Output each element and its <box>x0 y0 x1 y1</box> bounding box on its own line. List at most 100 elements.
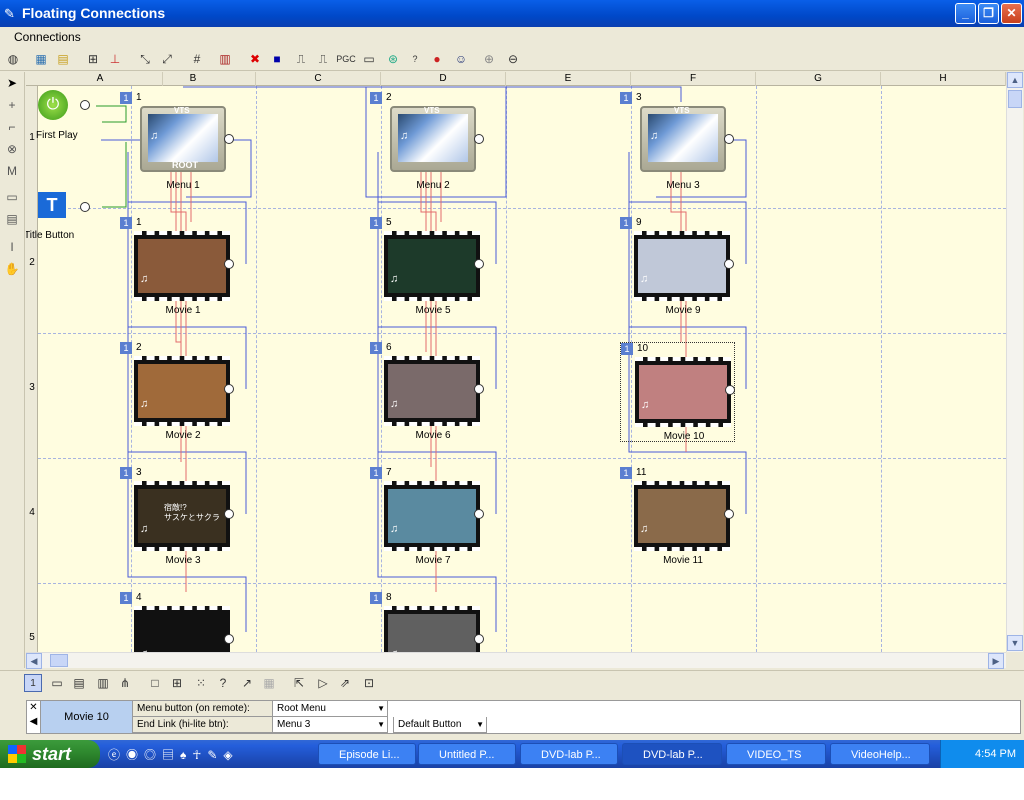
menu-port[interactable] <box>724 134 734 144</box>
close-button[interactable]: ✕ <box>1001 3 1022 24</box>
menu-tool-icon[interactable]: M <box>3 162 21 180</box>
grid-view-icon[interactable]: ▦ <box>32 50 50 68</box>
movie-port[interactable] <box>224 509 234 519</box>
details-icon[interactable]: ▥ <box>94 674 112 692</box>
zoom-in-icon[interactable]: ⊕ <box>480 50 498 68</box>
menu-node-2[interactable]: 1 2 VTS ♫ Menu 2 <box>370 92 485 192</box>
movie-port[interactable] <box>224 384 234 394</box>
arrow-out-icon[interactable]: ⇗ <box>336 674 354 692</box>
add-box-icon[interactable]: ⊞ <box>168 674 186 692</box>
movie-port[interactable] <box>474 634 484 644</box>
scroll-up-button[interactable]: ▲ <box>1007 72 1023 88</box>
list-view-icon[interactable]: ▤ <box>70 674 88 692</box>
dots-icon[interactable]: ⁙ <box>192 674 210 692</box>
movie-node-4[interactable]: 1 4 ♫ <box>120 592 235 652</box>
select-tool-icon[interactable]: ▭ <box>3 188 21 206</box>
play-box-icon[interactable]: ▷ <box>314 674 332 692</box>
movie-node-5[interactable]: 1 5 ♫ Movie 5 <box>370 217 485 317</box>
taskbar-button-2[interactable]: Untitled P... <box>418 743 516 765</box>
quick-launch-icons[interactable]: ⓔ◉◎▤♠☥✎◈ <box>108 746 239 763</box>
menu-port[interactable] <box>224 134 234 144</box>
vertical-scroll-thumb[interactable] <box>1008 90 1022 108</box>
move-icon[interactable]: ⇱ <box>290 674 308 692</box>
page-1-button[interactable]: 1 <box>24 674 42 692</box>
zoom-out-icon[interactable]: ⊖ <box>504 50 522 68</box>
hand-icon[interactable]: ✋ <box>3 260 21 278</box>
ok-icon[interactable]: ⊡ <box>360 674 378 692</box>
link-out-icon[interactable]: ↗ <box>238 674 256 692</box>
scroll-down-button[interactable]: ▼ <box>1007 635 1023 651</box>
movie-port[interactable] <box>224 259 234 269</box>
node-tool-icon[interactable]: ⊗ <box>3 140 21 158</box>
connections-canvas[interactable]: ABCDEFGH 12345 ⏻ First Play T Title Butt… <box>26 72 1006 652</box>
movie-node-9[interactable]: 1 9 ♫ Movie 9 <box>620 217 735 317</box>
delete-link-icon[interactable]: ✖ <box>246 50 264 68</box>
record-icon[interactable]: ⊛ <box>384 50 402 68</box>
text-tool-icon[interactable]: I <box>3 238 21 256</box>
globe-icon[interactable]: ◍ <box>4 50 22 68</box>
taskbar-button-1[interactable]: Episode Li... <box>318 743 416 765</box>
title-button-node[interactable]: T Title Button <box>26 192 116 242</box>
yellow-grid-icon[interactable]: ▤ <box>54 50 72 68</box>
connect-tool-icon[interactable]: ⌐ <box>3 118 21 136</box>
menu-port[interactable] <box>474 134 484 144</box>
movie-node-1[interactable]: 1 1 ♫ Movie 1 <box>120 217 235 317</box>
movie-port[interactable] <box>474 384 484 394</box>
movie-port[interactable] <box>474 509 484 519</box>
first-play-node[interactable]: ⏻ First Play <box>36 90 96 141</box>
movie-port[interactable] <box>724 259 734 269</box>
crosshair-icon[interactable]: + <box>3 96 21 114</box>
pointer-icon[interactable]: ➤ <box>3 74 21 92</box>
horizontal-scroll-thumb[interactable] <box>50 654 68 667</box>
person-icon[interactable]: ☺ <box>452 50 470 68</box>
movie-node-11[interactable]: 1 11 ♫ Movie 11 <box>620 467 735 567</box>
vertical-scrollbar[interactable]: ▲ ▼ <box>1006 72 1023 652</box>
movie-port[interactable] <box>224 634 234 644</box>
end-link-select[interactable]: Menu 3 ▼ <box>273 717 388 733</box>
tree-icon[interactable]: ⋔ <box>116 674 134 692</box>
menu-connections[interactable]: Connections <box>14 30 81 44</box>
film-icon[interactable]: ▭ <box>360 50 378 68</box>
color-icon[interactable]: ■ <box>268 50 286 68</box>
panel-close-icon[interactable]: ✕ ◀ <box>27 701 41 733</box>
disconnect-icon[interactable]: ⤢ <box>158 50 176 68</box>
title-bar[interactable]: ✎ Floating Connections _ ❐ ✕ <box>0 0 1024 27</box>
movie-node-8[interactable]: 1 8 ♫ <box>370 592 485 652</box>
movie-port[interactable] <box>474 259 484 269</box>
taskbar-button-4[interactable]: DVD-lab P... <box>622 743 722 765</box>
color-wheel-icon[interactable]: ● <box>428 50 446 68</box>
maximize-button[interactable]: ❐ <box>978 3 999 24</box>
film-view-icon[interactable]: ▭ <box>48 674 66 692</box>
movie-node-2[interactable]: 1 2 ♫ Movie 2 <box>120 342 235 442</box>
menu-button-select[interactable]: Root Menu ▼ <box>273 701 388 717</box>
title-button-port[interactable] <box>80 202 90 212</box>
taskbar-button-3[interactable]: DVD-lab P... <box>520 743 618 765</box>
minimize-button[interactable]: _ <box>955 3 976 24</box>
pgc-tool-icon[interactable]: ▤ <box>3 210 21 228</box>
taskbar-button-5[interactable]: VIDEO_TS <box>726 743 826 765</box>
movie-port[interactable] <box>725 385 735 395</box>
taskbar-button-6[interactable]: VideoHelp... <box>830 743 930 765</box>
menu-node-3[interactable]: 1 3 VTS ♫ Menu 3 <box>620 92 735 192</box>
counter-icon[interactable]: ? <box>406 50 424 68</box>
box-icon[interactable]: □ <box>146 674 164 692</box>
movie-node-7[interactable]: 1 7 ♫ Movie 7 <box>370 467 485 567</box>
horizontal-scrollbar[interactable]: ◀ ▶ <box>26 652 1006 669</box>
movie-port[interactable] <box>724 509 734 519</box>
layout-icon[interactable]: ▥ <box>216 50 234 68</box>
movie-node-10[interactable]: 1 10 ♫ Movie 10 <box>620 342 735 442</box>
question-box-icon[interactable]: ? <box>214 674 232 692</box>
snap-grid-icon[interactable]: # <box>188 50 206 68</box>
scroll-left-button[interactable]: ◀ <box>26 653 42 669</box>
default-button-select[interactable]: Default Button ▼ <box>393 717 487 733</box>
first-play-port[interactable] <box>80 100 90 110</box>
menu-node-1[interactable]: 1 1 VTS ROOT ♫ Menu 1 <box>120 92 235 192</box>
movie-node-6[interactable]: 1 6 ♫ Movie 6 <box>370 342 485 442</box>
button-2-icon[interactable]: ⎍ <box>314 50 332 68</box>
movie-node-3[interactable]: 1 3 ♫ 宿敵!? サスケとサクラ Movie 3 <box>120 467 235 567</box>
start-button[interactable]: start <box>0 740 100 768</box>
align-icon[interactable]: ⊞ <box>84 50 102 68</box>
link-icon[interactable]: ⊥ <box>106 50 124 68</box>
scroll-right-button[interactable]: ▶ <box>988 653 1004 669</box>
pgc-button[interactable]: PGC <box>336 50 356 68</box>
